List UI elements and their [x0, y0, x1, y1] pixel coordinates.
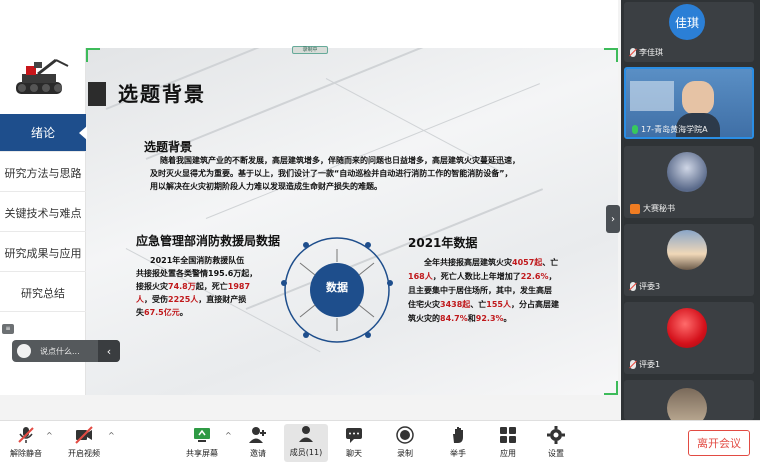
share-screen-button[interactable]: 共享屏幕: [180, 425, 224, 459]
background-paragraph: 随着我国建筑产业的不断发展，高层建筑增多，伴随而来的问题也日益增多，高层建筑火灾…: [150, 156, 520, 191]
nav-item-methods: 研究方法与思路: [0, 154, 86, 192]
unmute-button[interactable]: 解除静音: [4, 425, 48, 459]
chat-input-pill[interactable]: 说点什么... ‹: [12, 340, 120, 362]
camera-off-icon: [75, 426, 93, 444]
slide-title: 选题背景: [118, 82, 206, 106]
participant-tile[interactable]: 大赛秘书: [624, 146, 754, 218]
chat-placeholder: 说点什么...: [40, 346, 80, 356]
top-strip: [0, 0, 618, 48]
nav-item-summary: 研究总结: [0, 274, 86, 312]
leave-meeting-button[interactable]: 离开会议: [688, 430, 750, 456]
participant-name: 17-青岛黄海学院A: [641, 125, 708, 134]
avatar: [667, 230, 707, 270]
collapse-chat-icon[interactable]: ‹: [98, 340, 120, 362]
title-accent-bar: [88, 82, 106, 106]
corner-marker: [86, 48, 100, 62]
participant-name: 评委3: [639, 282, 661, 291]
add-user-icon: [249, 427, 266, 443]
recording-badge: 录制中: [292, 46, 328, 54]
chat-icon: [346, 428, 362, 443]
center-data-label: 数据: [326, 281, 348, 294]
participant-tile[interactable]: 评委1: [624, 302, 754, 374]
members-button[interactable]: 成员(11): [284, 424, 328, 462]
mic-muted-icon: [630, 360, 636, 369]
nav-item-intro: 绪论: [0, 114, 87, 152]
participant-tile-active[interactable]: 17-青岛黄海学院A: [624, 67, 754, 139]
record-icon: [396, 426, 414, 444]
chat-button[interactable]: 聊天: [332, 425, 376, 459]
members-icon: [299, 426, 313, 442]
gear-icon: [547, 426, 565, 444]
mic-muted-icon: [630, 48, 636, 57]
nav-item-key-tech: 关键技术与难点: [0, 194, 86, 232]
nav-item-results: 研究成果与应用: [0, 234, 86, 272]
avatar: [667, 152, 707, 192]
video-backdrop: [630, 81, 674, 111]
settings-button[interactable]: 设置: [534, 425, 578, 459]
mic-active-icon: [632, 125, 638, 134]
emoji-icon[interactable]: [17, 344, 31, 358]
participant-tile[interactable]: 佳琪 李佳琪: [624, 2, 754, 62]
apps-icon: [500, 427, 516, 443]
participant-name: 大赛秘书: [643, 204, 675, 213]
avatar: [667, 308, 707, 348]
chevron-up-icon[interactable]: ^: [225, 431, 232, 440]
person-head: [682, 81, 714, 115]
mic-muted-icon: [630, 282, 636, 291]
avatar: 佳琪: [669, 4, 705, 40]
apps-button[interactable]: 应用: [486, 425, 530, 459]
left-block-text: 2021年全国消防救援队伍 共接报处置各类警情195.6万起， 接报火灾74.8…: [136, 256, 258, 317]
participant-name: 评委1: [639, 360, 661, 369]
chevron-up-icon[interactable]: ^: [108, 431, 115, 440]
fire-robot-icon: [16, 58, 69, 94]
participant-tile[interactable]: [624, 380, 754, 420]
hand-icon: [453, 427, 463, 443]
corner-marker: [604, 48, 618, 62]
chevron-up-icon[interactable]: ^: [46, 431, 53, 440]
left-block-heading: 应急管理部消防救援局数据: [136, 234, 281, 248]
invite-button[interactable]: 邀请: [236, 425, 280, 459]
avatar: [667, 388, 707, 420]
record-button[interactable]: 录制: [383, 425, 427, 459]
corner-marker: [604, 381, 618, 395]
host-icon: [630, 203, 640, 214]
participant-panel: 佳琪 李佳琪 17-青岛黄海学院A 大赛秘书 评委3 评委1: [621, 0, 760, 420]
expand-panel-icon[interactable]: ›: [606, 205, 620, 233]
section-heading: 选题背景: [144, 140, 193, 154]
raise-hand-button[interactable]: 举手: [436, 425, 480, 459]
right-block-heading: 2021年数据: [408, 236, 478, 250]
list-icon[interactable]: ≡: [2, 324, 14, 334]
share-screen-icon: [194, 428, 210, 442]
participant-name: 李佳琪: [639, 48, 663, 57]
right-block-text: 全年共接报高层建筑火灾4057起、亡 168人，死亡人数比上年增加了22.6%，…: [408, 258, 559, 323]
meeting-toolbar: 解除静音 ^ 开启视频 ^ 共享屏幕 ^ 邀请 成员(11) 聊天 录制 举手 …: [0, 420, 760, 465]
mic-muted-icon: [18, 427, 34, 443]
participant-tile[interactable]: 评委3: [624, 224, 754, 296]
start-video-button[interactable]: 开启视频: [62, 425, 106, 459]
